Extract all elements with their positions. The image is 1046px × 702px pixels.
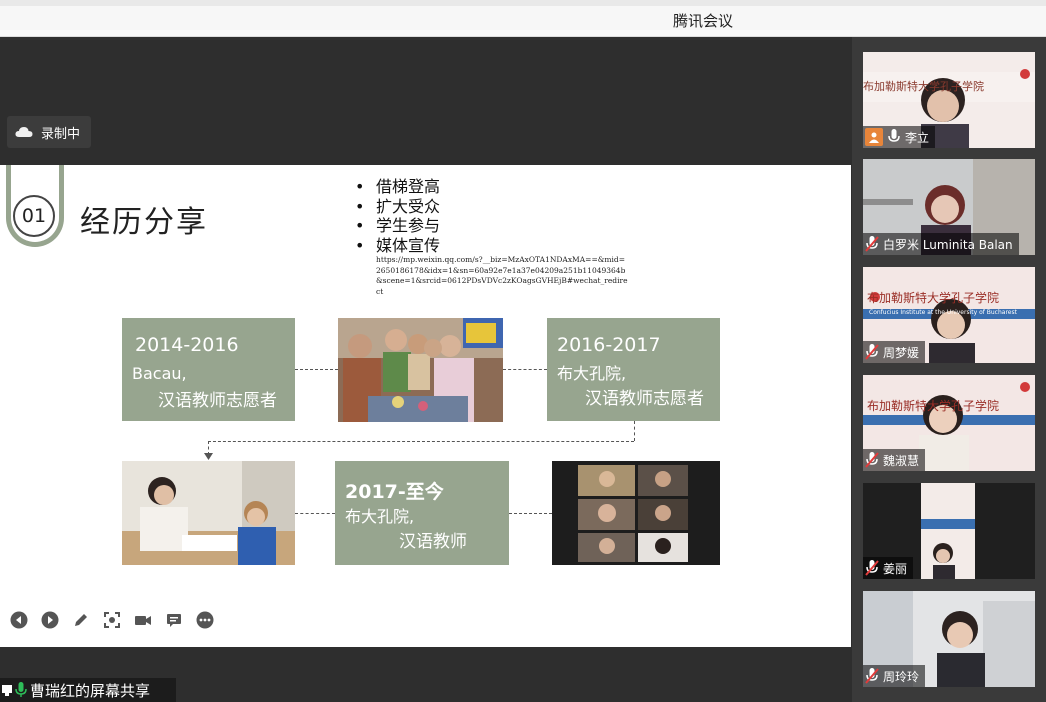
banner-text: 布加勒斯特大学孔子学院 [867,291,1000,305]
bullet-item: 借梯登高 [352,177,440,197]
next-icon [41,611,59,629]
participant-label: 李立 [863,126,936,148]
connector-line [503,369,547,370]
screen-share-label[interactable]: 曹瑞红的屏幕共享 [0,678,176,702]
mic-muted-icon [865,668,879,684]
participant-label: 魏淑慧 [863,449,926,471]
banner-text: 布加勒斯特大学孔子学院 [867,399,1000,413]
participant-label: 姜丽 [863,557,914,579]
mic-muted-icon [865,344,879,360]
timeline-role: 汉语教师志愿者 [585,389,704,409]
timeline-role: 汉语教师 [399,532,467,552]
timeline-box-2016: 2016-2017 布大孔院, 汉语教师志愿者 [547,318,720,421]
participant-name: 姜丽 [883,561,908,576]
screen-share-icon [2,685,12,696]
host-avatar-icon [865,128,883,146]
bullet-item: 媒体宣传 [352,236,440,256]
more-button[interactable] [196,611,214,629]
timeline-period: 2014-2016 [135,334,239,356]
screenshot-button[interactable] [103,611,121,629]
bullet-list: 借梯登高 扩大受众 学生参与 媒体宣传 [352,177,440,255]
participant-tile[interactable]: 姜丽 [863,483,1035,579]
timeline-period: 2017-至今 [345,481,444,503]
mic-muted-icon [865,236,879,252]
bullet-item: 扩大受众 [352,197,440,217]
comment-icon [167,614,181,627]
recording-indicator[interactable]: 录制中 [7,116,91,148]
timeline-place: 布大孔院, [345,507,415,526]
classroom-photo-crafts [338,318,503,422]
participant-tile[interactable]: 周玲玲 [863,591,1035,687]
participant-label: 周玲玲 [863,665,926,687]
connector-line [509,513,552,514]
next-page-button[interactable] [41,611,59,629]
pen-icon [75,614,87,626]
recording-label: 录制中 [41,126,81,142]
participant-sidebar: 布加勒斯特大学孔子学院 李立 白罗米 Luminita Balan 布加勒斯特大… [852,37,1046,702]
timeline-box-2014: 2014-2016 Bacau, 汉语教师志愿者 [122,318,295,421]
article-link[interactable]: https://mp.weixin.qq.com/s?__biz=MzAxOTA… [376,255,628,297]
shared-screen-stage: 录制中 01 经历分享 借梯登高 扩大受众 学生参与 媒体宣传 https://… [0,37,852,702]
slide-title: 经历分享 [80,205,208,240]
connector-line [208,441,634,442]
slide-toolbar [10,611,214,629]
presentation-slide: 01 经历分享 借梯登高 扩大受众 学生参与 媒体宣传 https://mp.w… [0,165,851,647]
bullet-item: 学生参与 [352,216,440,236]
title-bar: 腾讯会议 [0,0,1046,37]
participant-tile[interactable]: 白罗米 Luminita Balan [863,159,1035,255]
timeline-place: 布大孔院, [557,364,627,383]
screen-share-text: 曹瑞红的屏幕共享 [30,681,151,700]
more-icon [196,611,214,629]
app-title: 腾讯会议 [672,12,733,30]
prev-page-button[interactable] [10,611,28,629]
banner-subtext: Confucius Institute at the University of… [869,309,1017,316]
classroom-photo-tutoring [122,461,295,565]
connector-line [295,369,338,370]
comment-button[interactable] [165,611,183,629]
timeline-place: Bacau, [132,364,187,383]
cloud-icon [15,127,33,137]
timeline-box-2017: 2017-至今 布大孔院, 汉语教师 [335,461,509,565]
participant-name: 周玲玲 [883,669,920,684]
banner-text: 布加勒斯特大学孔子学院 [863,80,984,93]
section-number: 01 [13,195,55,237]
participant-label: 白罗米 Luminita Balan [863,233,1019,255]
screenshot-icon [104,612,120,628]
mic-icon [888,129,900,142]
participant-name: 白罗米 Luminita Balan [883,237,1013,252]
prev-icon [10,611,28,629]
participant-tile[interactable]: 布加勒斯特大学孔子学院 李立 [863,52,1035,148]
camera-icon [135,616,151,625]
timeline-role: 汉语教师志愿者 [158,391,277,411]
participant-name: 魏淑慧 [883,453,920,468]
participant-tile[interactable]: 布加勒斯特大学孔子学院 魏淑慧 [863,375,1035,471]
participant-tile[interactable]: 布加勒斯特大学孔子学院 Confucius Institute at the U… [863,267,1035,363]
mic-muted-icon [865,452,879,468]
camera-button[interactable] [134,611,152,629]
connector-line [634,421,635,441]
online-class-photo [552,461,720,565]
participant-name: 李立 [905,130,930,145]
participant-name: 周梦媛 [883,345,920,360]
pen-button[interactable] [72,611,90,629]
timeline-period: 2016-2017 [557,334,661,356]
mic-icon [15,682,27,697]
participant-label: 周梦媛 [863,341,926,363]
mic-muted-icon [865,560,879,576]
window-chrome-strip [0,0,1046,6]
connector-line [295,513,335,514]
arrow-down-icon [204,453,213,460]
